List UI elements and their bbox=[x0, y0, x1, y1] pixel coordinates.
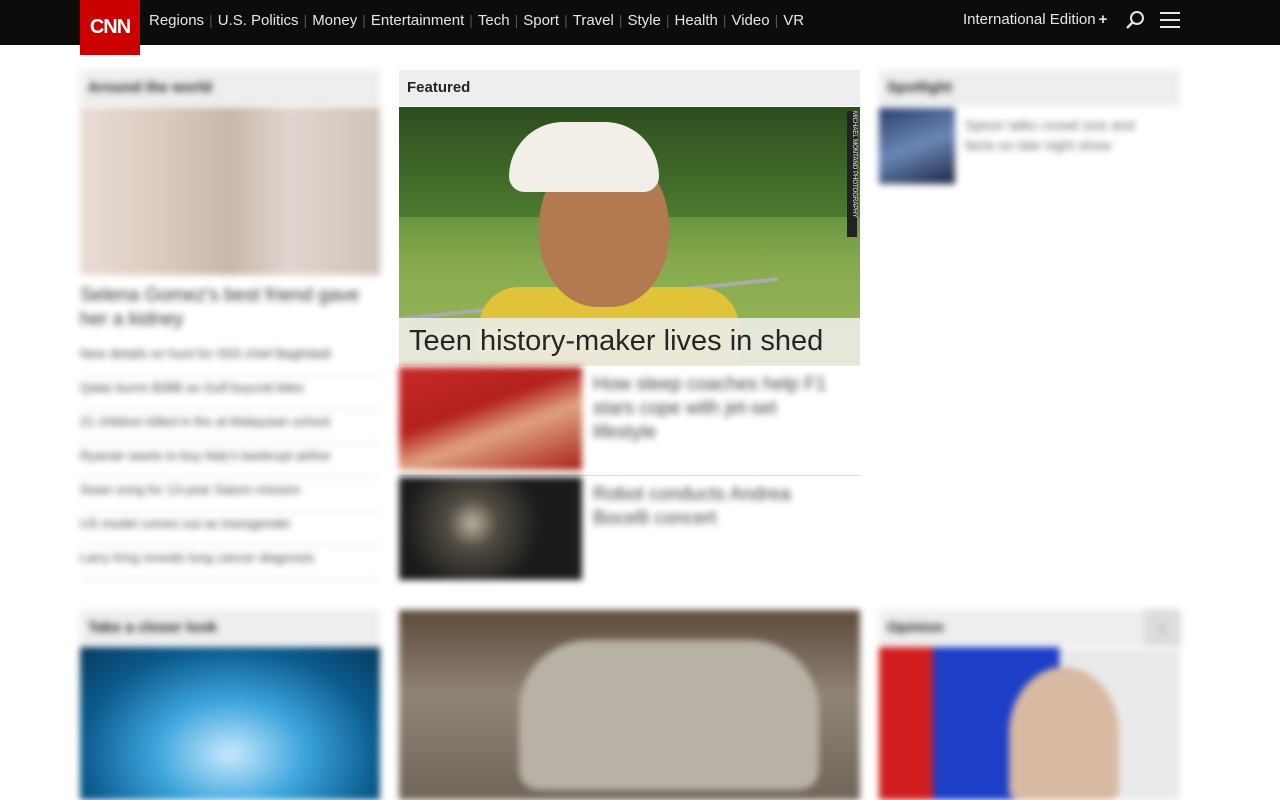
nav-link[interactable]: Style bbox=[627, 12, 660, 29]
list-item[interactable]: 21 children killed in fire at Malaysian … bbox=[80, 410, 380, 444]
main-nav: Regions | U.S. Politics | Money | Entertainmen… bbox=[149, 0, 804, 40]
nav-divider: | bbox=[303, 12, 308, 28]
closer-look-section: Take a closer look bbox=[80, 610, 380, 800]
card-thumbnail[interactable] bbox=[399, 367, 582, 470]
around-lead-headline[interactable]: Selena Gomez's best friend gave her a ki… bbox=[80, 284, 380, 332]
edition-selector[interactable]: International Edition + bbox=[963, 11, 1107, 28]
nav-item: | Style bbox=[614, 12, 661, 29]
nav-divider: | bbox=[618, 12, 623, 28]
opinion-image[interactable] bbox=[879, 647, 1180, 800]
around-the-world-section: Around the world Selena Gomez's best fri… bbox=[80, 70, 380, 580]
list-item[interactable]: Qatar burns $38B as Gulf boycott bites bbox=[80, 376, 380, 410]
section-header-spotlight: Spotlight bbox=[879, 70, 1180, 106]
chevron-right-icon[interactable]: › bbox=[1144, 610, 1180, 646]
logo-text: CNN bbox=[89, 16, 131, 38]
list-item[interactable]: Ryanair wants to buy Italy's bankrupt ai… bbox=[80, 444, 380, 478]
spotlight-thumbnail[interactable] bbox=[879, 108, 955, 184]
section-header-closer-look: Take a closer look bbox=[80, 610, 380, 646]
search-icon[interactable] bbox=[1125, 10, 1145, 30]
nav-divider: | bbox=[469, 12, 473, 28]
nav-item: | U.S. Politics bbox=[204, 12, 299, 29]
nav-divider: | bbox=[722, 12, 727, 28]
section-header-opinion: Opinion bbox=[879, 610, 1180, 646]
nav-item: | Sport bbox=[510, 12, 560, 29]
feature-image-car[interactable] bbox=[399, 610, 860, 800]
list-item[interactable]: Swan song for 13-year Saturn mission bbox=[80, 478, 380, 512]
nav-divider: | bbox=[514, 12, 519, 28]
nav-divider: | bbox=[362, 12, 366, 28]
nav-item: | Money bbox=[299, 12, 358, 29]
section-header-featured: Featured bbox=[399, 70, 860, 106]
nav-divider: | bbox=[209, 12, 213, 28]
card-thumbnail[interactable] bbox=[399, 477, 582, 580]
list-item[interactable]: Larry King reveals lung cancer diagnosis bbox=[80, 546, 380, 580]
featured-card[interactable]: How sleep coaches help F1 stars cope wit… bbox=[399, 367, 860, 476]
card-title[interactable]: Robot conducts Andrea Bocelli concert bbox=[593, 483, 843, 531]
featured-headline[interactable]: Teen history-maker lives in shed bbox=[399, 318, 860, 366]
nav-link[interactable]: VR bbox=[783, 12, 804, 29]
section-header-around: Around the world bbox=[80, 70, 380, 106]
nav-divider: | bbox=[665, 12, 670, 28]
opinion-section: Opinion › bbox=[879, 610, 1180, 800]
nav-item: | VR bbox=[770, 12, 804, 29]
nav-link[interactable]: Health bbox=[674, 12, 717, 29]
nav-item: | Health bbox=[661, 12, 718, 29]
edition-label: International Edition bbox=[963, 11, 1096, 28]
featured-card[interactable]: Robot conducts Andrea Bocelli concert bbox=[399, 477, 860, 585]
nav-divider: | bbox=[774, 12, 779, 28]
featured-section: Featured MICHAEL MONTANO PHOTOGRAPHY Tee… bbox=[399, 70, 860, 580]
nav-link[interactable]: Regions bbox=[149, 12, 204, 29]
nav-link[interactable]: U.S. Politics bbox=[218, 12, 299, 29]
spotlight-section: Spotlight Spicer talks crowd size and fa… bbox=[879, 70, 1180, 184]
list-item[interactable]: New details on hunt for ISIS chief Baghd… bbox=[80, 342, 380, 376]
around-lead-image[interactable] bbox=[80, 107, 380, 275]
nav-item: | Travel bbox=[559, 12, 614, 29]
closer-look-image[interactable] bbox=[80, 647, 380, 800]
photo-credit: MICHAEL MONTANO PHOTOGRAPHY bbox=[847, 111, 857, 237]
cnn-logo[interactable]: CNN bbox=[80, 0, 140, 55]
nav-divider: | bbox=[564, 12, 568, 28]
nav-link[interactable]: Money bbox=[312, 12, 357, 29]
nav-item: | Tech bbox=[464, 12, 509, 29]
plus-icon: + bbox=[1098, 11, 1108, 28]
spotlight-title[interactable]: Spicer talks crowd size and facts on lat… bbox=[965, 115, 1165, 155]
around-link-list: New details on hunt for ISIS chief Baghd… bbox=[80, 342, 380, 580]
nav-item: Regions bbox=[149, 12, 204, 29]
nav-link[interactable]: Entertainment bbox=[371, 12, 464, 29]
card-title[interactable]: How sleep coaches help F1 stars cope wit… bbox=[593, 373, 843, 445]
nav-link[interactable]: Tech bbox=[478, 12, 510, 29]
nav-item: | Entertainment bbox=[357, 12, 464, 29]
hamburger-menu-icon[interactable] bbox=[1160, 12, 1180, 28]
nav-link[interactable]: Sport bbox=[523, 12, 559, 29]
list-item[interactable]: US model comes out as transgender bbox=[80, 512, 380, 546]
nav-link[interactable]: Video bbox=[731, 12, 769, 29]
nav-link[interactable]: Travel bbox=[573, 12, 614, 29]
nav-item: | Video bbox=[718, 12, 770, 29]
